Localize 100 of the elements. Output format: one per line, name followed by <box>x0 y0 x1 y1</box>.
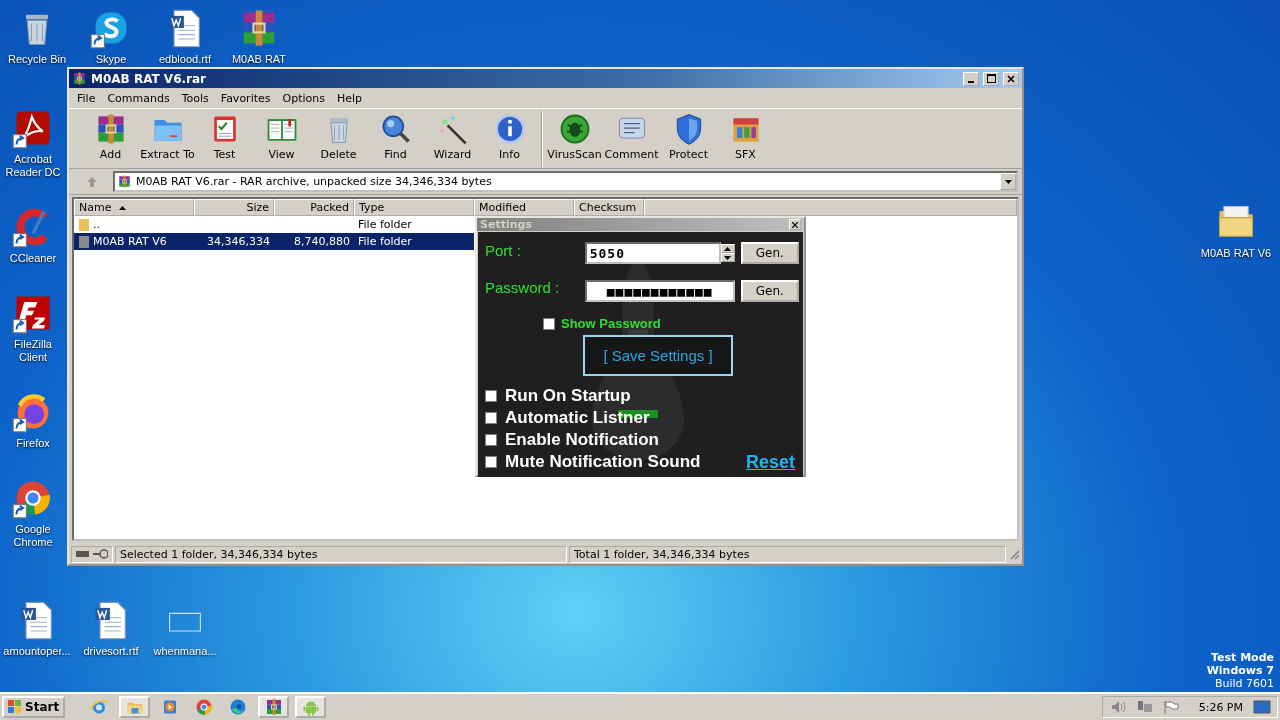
status-text: Selected 1 folder, 34,346,334 bytes <box>120 547 318 561</box>
taskbar-app-button[interactable] <box>258 696 290 718</box>
windows-logo-icon <box>8 700 22 714</box>
show-desktop-icon[interactable] <box>1253 700 1271 714</box>
toolbar-button[interactable]: Wizard <box>425 111 480 161</box>
toolbar-button[interactable]: Find <box>368 111 423 161</box>
speaker-icon[interactable] <box>1110 700 1127 714</box>
option-label: Automatic Listner <box>505 408 650 428</box>
option-label: Run On Startup <box>505 386 631 406</box>
desktop-icon-label[interactable]: FileZilla Client <box>2 338 64 364</box>
sort-arrow-icon <box>119 205 127 210</box>
table-cell: .. <box>93 218 100 231</box>
close-button[interactable] <box>789 219 801 230</box>
port-label: Port : <box>485 242 522 259</box>
up-arrow-icon <box>86 175 98 188</box>
address-text: M0AB RAT V6.rar - RAR archive, unpacked size 34,346,334 bytes <box>136 175 493 188</box>
network-icon[interactable] <box>1136 700 1153 714</box>
desktop-icon-label[interactable]: Firefox <box>16 437 50 450</box>
toolbar-button[interactable]: SFX <box>718 111 773 161</box>
checkbox[interactable] <box>485 456 497 468</box>
menu-item[interactable]: Commands <box>101 91 176 105</box>
desktop-icon-label[interactable]: edblood.rtf <box>159 53 211 66</box>
password-field[interactable]: ■■■■■■■■■■■■ <box>584 280 735 302</box>
table-cell: 8,740,880 <box>294 235 350 248</box>
menu-item[interactable]: Tools <box>175 91 215 105</box>
archive-books-icon <box>117 174 132 189</box>
checkbox-label: Show Password <box>561 316 661 331</box>
maximize-icon <box>986 74 996 83</box>
menu-item[interactable]: File <box>71 91 102 105</box>
column-header[interactable]: Size <box>194 199 274 216</box>
dialog-title: Settings <box>480 218 533 231</box>
checkbox[interactable] <box>485 412 497 424</box>
file-row[interactable]: .. File folder <box>74 216 474 233</box>
generate-button[interactable]: Gen. <box>740 280 799 302</box>
toolbar-button[interactable]: Extract To <box>140 111 195 161</box>
option-label: Enable Notification <box>505 430 659 450</box>
table-cell: File folder <box>358 235 412 248</box>
close-icon <box>792 221 798 228</box>
desktop-icon-label[interactable]: Recycle Bin <box>7 53 67 66</box>
column-header[interactable]: Checksum <box>574 199 644 216</box>
desktop-icon-label[interactable]: amountoper... <box>3 645 71 658</box>
close-button[interactable] <box>1003 71 1019 86</box>
window-title: M0AB RAT V6.rar <box>91 71 207 86</box>
taskbar-app-button[interactable] <box>119 696 151 718</box>
table-cell: M0AB RAT V6 <box>93 235 167 248</box>
toolbar-button[interactable]: Test <box>197 111 252 161</box>
table-cell: 34,346,334 <box>207 235 270 248</box>
checkbox[interactable] <box>485 390 497 402</box>
desktop-icon-label[interactable]: Skype <box>95 53 127 66</box>
desktop-icon-label[interactable]: whenmana... <box>153 645 217 658</box>
column-header[interactable]: Name <box>74 199 194 216</box>
desktop-icon-label[interactable]: M0AB RAT <box>231 53 287 66</box>
minimize-icon <box>968 80 974 83</box>
resize-grip-icon[interactable] <box>1008 548 1020 560</box>
file-row[interactable]: M0AB RAT V6 34,346,334 8,740,880 File folder <box>74 233 474 250</box>
toolbar-button[interactable]: VirusScan <box>547 111 602 161</box>
desktop-icon-label[interactable]: Acrobat Reader DC <box>2 153 64 179</box>
spin-down-button[interactable] <box>720 253 735 262</box>
close-icon <box>1007 74 1015 83</box>
desktop-icon-label[interactable]: M0AB RAT V6 <box>1200 247 1272 260</box>
chrome-browser-icon <box>194 697 215 717</box>
column-header[interactable]: Modified <box>474 199 574 216</box>
maximize-button[interactable] <box>983 71 999 86</box>
spin-up-button[interactable] <box>720 244 735 253</box>
os-notice-text: Windows 7 <box>1206 664 1274 677</box>
checkbox[interactable] <box>485 434 497 446</box>
toolbar-button[interactable]: Delete <box>311 111 366 161</box>
toolbar-button[interactable]: Protect <box>661 111 716 161</box>
down-caret-icon <box>724 255 732 260</box>
desktop-icon-label[interactable]: drivesort.rtf <box>83 645 139 658</box>
flag-icon[interactable] <box>1162 700 1179 714</box>
menu-item[interactable]: Options <box>276 91 331 105</box>
column-header[interactable]: Packed <box>274 199 354 216</box>
save-settings-button[interactable]: [ Save Settings ] <box>583 335 733 376</box>
dropdown-button[interactable] <box>1000 173 1016 190</box>
menu-item[interactable]: Help <box>330 91 369 105</box>
toolbar-button[interactable]: Add <box>83 111 138 161</box>
start-button[interactable]: Start <box>2 696 66 718</box>
menu-item[interactable]: Favorites <box>214 91 277 105</box>
port-field[interactable]: 5050 <box>584 242 721 264</box>
up-caret-icon <box>724 246 732 251</box>
generate-button[interactable]: Gen. <box>740 242 799 264</box>
desktop-icon-label[interactable]: CCleaner <box>9 252 57 265</box>
reset-link[interactable]: Reset <box>745 451 795 473</box>
archive-books-icon <box>72 71 87 86</box>
clock[interactable]: 5:26 PM <box>1198 700 1243 714</box>
toolbar-button[interactable]: Comment <box>604 111 659 161</box>
status-text: Total 1 folder, 34,346,334 bytes <box>574 547 750 561</box>
toolbar-button[interactable]: Info <box>482 111 537 161</box>
desktop-icon-label[interactable]: Google Chrome <box>2 523 64 549</box>
password-label: Password : <box>485 279 561 296</box>
minimize-button[interactable] <box>963 71 979 86</box>
os-notice-text: Test Mode <box>1211 651 1274 664</box>
option-label: Mute Notification Sound <box>505 452 701 472</box>
drive-icon <box>76 550 90 558</box>
key-icon <box>93 549 108 559</box>
address-field[interactable]: M0AB RAT V6.rar - RAR archive, unpacked size 34,346,334 bytes <box>113 171 1018 192</box>
column-header[interactable]: Type <box>354 199 474 216</box>
toolbar-button[interactable]: View <box>254 111 309 161</box>
checkbox[interactable] <box>543 317 555 330</box>
